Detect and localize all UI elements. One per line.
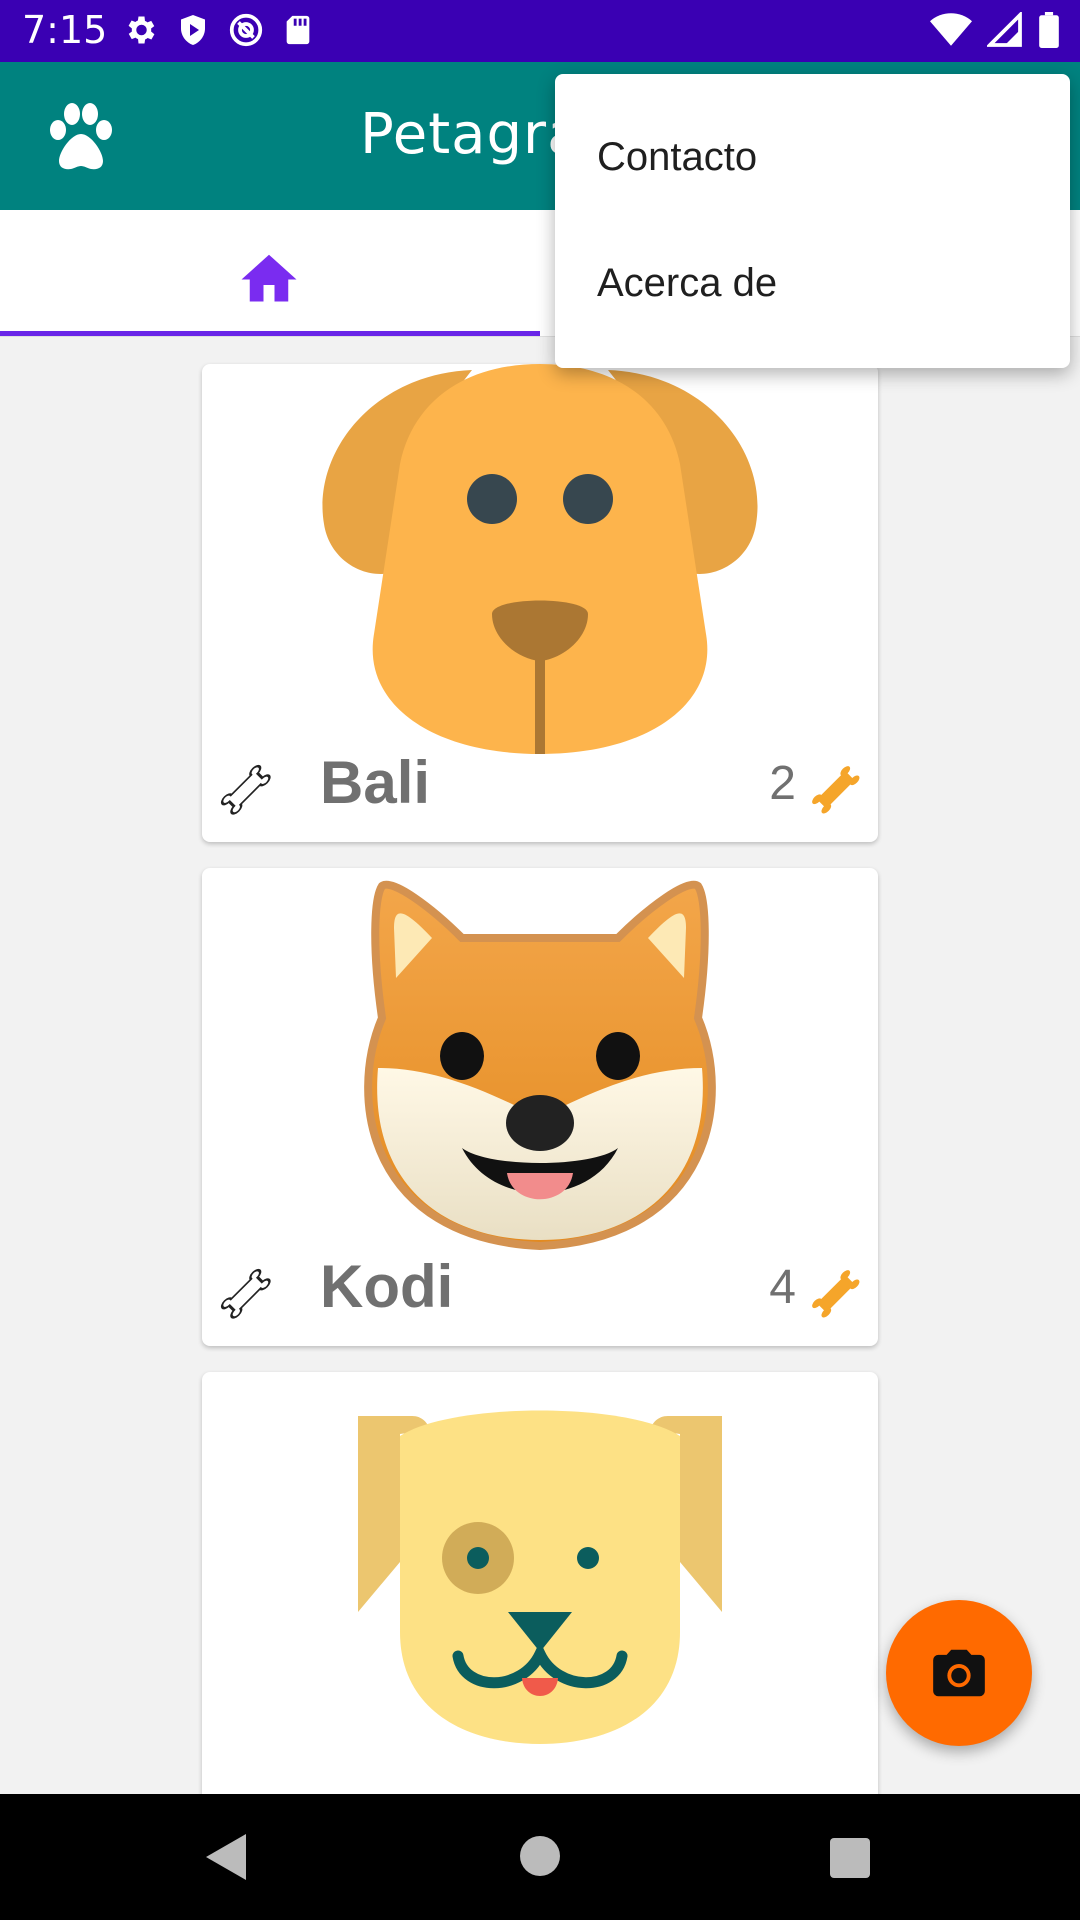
bone-filled-icon [812, 1270, 860, 1318]
menu-item-contacto[interactable]: Contacto [555, 94, 1070, 220]
home-circle-icon[interactable] [520, 1836, 560, 1876]
status-icons-left [122, 12, 327, 52]
status-icons-right [920, 10, 1060, 52]
play-protect-icon [181, 15, 206, 45]
pet-card[interactable] [202, 1372, 878, 1794]
battery-icon [1039, 12, 1059, 48]
gear-icon [128, 16, 155, 44]
bone-outline-icon[interactable] [216, 1264, 276, 1324]
camera-icon [933, 1649, 985, 1697]
sd-card-icon [286, 15, 310, 45]
tab-home[interactable] [0, 210, 540, 336]
pet-name: Kodi [320, 1253, 454, 1320]
dog-image [322, 364, 758, 754]
pet-name: Bali [320, 749, 431, 816]
recents-icon[interactable] [830, 1838, 870, 1878]
camera-fab[interactable] [886, 1600, 1032, 1746]
status-time: 7:15 [22, 8, 108, 52]
system-nav-bar [0, 1794, 1080, 1920]
bone-filled-icon [812, 766, 860, 814]
wifi-icon [929, 13, 972, 46]
back-icon[interactable] [206, 1834, 246, 1880]
paw-icon [50, 103, 112, 170]
signal-icon [985, 10, 1022, 47]
menu-item-acerca-de[interactable]: Acerca de [555, 220, 1070, 346]
yellow-dog-image [358, 1410, 722, 1744]
pet-list[interactable]: Bali 2 Kodi 4 [0, 336, 1080, 1794]
shiba-dog-image [364, 880, 716, 1251]
like-count: 4 [769, 1261, 796, 1314]
like-count: 2 [769, 757, 796, 810]
overflow-menu: Contacto Acerca de [555, 74, 1070, 368]
pet-card[interactable]: Kodi 4 [202, 868, 878, 1346]
at-sign-icon [230, 13, 263, 47]
status-bar: 7:15 [0, 0, 1080, 62]
bone-outline-icon[interactable] [216, 760, 276, 820]
pet-card[interactable]: Bali 2 [202, 364, 878, 842]
home-icon [241, 254, 297, 302]
